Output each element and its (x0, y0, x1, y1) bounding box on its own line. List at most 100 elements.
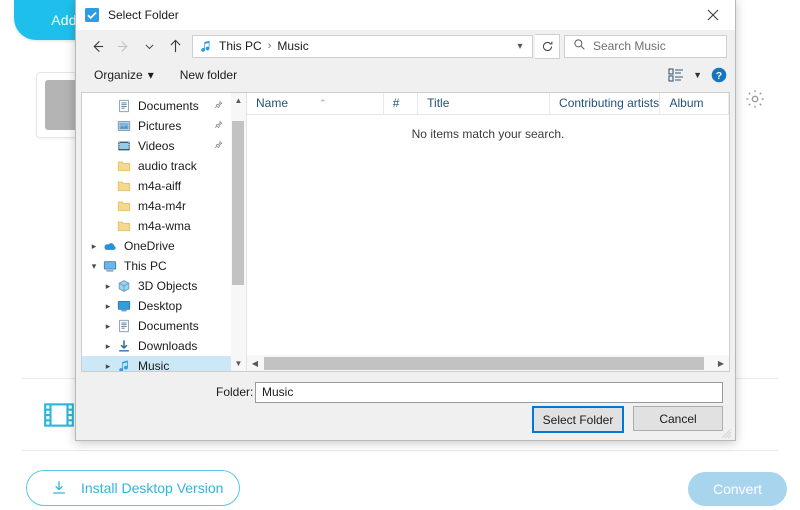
breadcrumb-item-1[interactable]: Music (275, 39, 310, 53)
tree-expander-icon[interactable]: ▸ (100, 278, 116, 294)
column-header-album[interactable]: Album (660, 93, 729, 114)
view-layout-icon[interactable] (668, 67, 684, 83)
select-folder-dialog: Select Folder (75, 0, 736, 441)
tree-expander-icon[interactable]: ▸ (100, 338, 116, 354)
pictures-icon (116, 118, 132, 134)
3dobjects-icon (116, 278, 132, 294)
search-placeholder: Search Music (593, 39, 666, 53)
tree-expander-icon[interactable]: ▸ (100, 358, 116, 371)
chevron-down-icon[interactable]: ▼ (231, 356, 246, 371)
navigation-bar: This PC › Music ▾ Search Music (76, 30, 735, 62)
address-chevron-down-icon[interactable]: ▾ (510, 41, 530, 52)
tree-item-label: This PC (124, 259, 167, 273)
tree-item-documents[interactable]: Documents (82, 96, 231, 116)
music-note-icon (116, 358, 132, 371)
svg-text:?: ? (716, 70, 722, 82)
chevron-up-icon[interactable]: ▲ (231, 93, 246, 108)
checkbox-blue-icon (84, 7, 100, 23)
install-button-label: Install Desktop Version (81, 480, 223, 496)
tree-vertical-scrollbar[interactable]: ▲ ▼ (231, 93, 246, 371)
breadcrumb-item-0[interactable]: This PC (217, 39, 264, 53)
tree-expander-icon[interactable]: ▸ (86, 238, 102, 254)
tree-expander-icon[interactable]: ▸ (100, 318, 116, 334)
tree-item-3d-objects[interactable]: ▸ 3D Objects (82, 276, 231, 296)
tree-expander-icon[interactable]: ▸ (100, 298, 116, 314)
tree-item-documents[interactable]: ▸ Documents (82, 316, 231, 336)
chevron-right-icon[interactable]: ▶ (713, 355, 729, 371)
column-header-label: Name (256, 96, 288, 110)
cancel-label: Cancel (659, 412, 696, 426)
list-horizontal-scrollbar[interactable]: ◀ ▶ (247, 355, 729, 371)
music-note-icon (199, 39, 213, 53)
tree-item-m4a-wma[interactable]: m4a-wma (82, 216, 231, 236)
tree-item-label: Downloads (138, 339, 197, 353)
tree-item-label: m4a-aiff (138, 179, 181, 193)
recent-locations-chevron-down-icon[interactable] (136, 33, 162, 59)
refresh-icon[interactable] (535, 34, 560, 59)
column-header-contributing-artists[interactable]: Contributing artists (550, 93, 660, 114)
tree-item-label: Desktop (138, 299, 182, 313)
documents-icon (116, 318, 132, 334)
arrow-left-icon[interactable] (84, 33, 110, 59)
tree-item-label: Pictures (138, 119, 181, 133)
cancel-button[interactable]: Cancel (633, 406, 723, 431)
folder-icon (116, 198, 132, 214)
chevron-left-icon[interactable]: ◀ (247, 355, 263, 371)
tree-item-onedrive[interactable]: ▸ OneDrive (82, 236, 231, 256)
gear-icon[interactable] (744, 88, 766, 110)
arrow-up-icon[interactable] (162, 33, 188, 59)
thispc-icon (102, 258, 118, 274)
install-desktop-version-button[interactable]: Install Desktop Version (26, 470, 240, 506)
tree-item-label: Documents (138, 319, 199, 333)
help-icon[interactable]: ? (711, 67, 727, 83)
tree-item-label: 3D Objects (138, 279, 197, 293)
dialog-body: Documents Pictures Videos audio track m4a-ai… (81, 92, 730, 372)
address-bar[interactable]: This PC › Music ▾ (192, 35, 533, 58)
scrollbar-thumb[interactable] (264, 357, 704, 370)
tree-item-desktop[interactable]: ▸ Desktop (82, 296, 231, 316)
close-icon[interactable] (690, 0, 735, 30)
chevron-down-icon: ▾ (148, 68, 154, 82)
column-header-title[interactable]: Title (418, 93, 550, 114)
tree-expander-placeholder (100, 218, 116, 234)
tree-item-label: Documents (138, 99, 199, 113)
organize-label: Organize (94, 68, 143, 82)
tree-item-m4a-aiff[interactable]: m4a-aiff (82, 176, 231, 196)
resize-grip[interactable] (722, 428, 732, 438)
organize-button[interactable]: Organize ▾ (88, 65, 160, 85)
tree-item-label: m4a-m4r (138, 199, 186, 213)
layout-chevron-down-icon[interactable]: ▼ (693, 70, 702, 80)
tree-item-this-pc[interactable]: ▾ This PC (82, 256, 231, 276)
tree-expander-placeholder (100, 118, 116, 134)
tree-item-videos[interactable]: Videos (82, 136, 231, 156)
command-bar-right: ▼ ? (668, 62, 727, 88)
tree-item-label: audio track (138, 159, 197, 173)
convert-button[interactable]: Convert (688, 472, 787, 506)
tree-item-audio-track[interactable]: audio track (82, 156, 231, 176)
tree-expander-placeholder (100, 158, 116, 174)
tree-item-label: OneDrive (124, 239, 175, 253)
column-header-name[interactable]: Name⌃ (247, 93, 384, 114)
tree-expander-icon[interactable]: ▾ (86, 258, 102, 274)
folder-icon (116, 218, 132, 234)
pin-icon (214, 140, 223, 152)
tree-item-m4a-m4r[interactable]: m4a-m4r (82, 196, 231, 216)
folder-label: Folder: (216, 385, 253, 399)
downloads-icon (116, 338, 132, 354)
select-folder-button[interactable]: Select Folder (532, 406, 624, 433)
column-header-[interactable]: # (384, 93, 418, 114)
tree-item-music[interactable]: ▸ Music (82, 356, 231, 371)
tree-item-pictures[interactable]: Pictures (82, 116, 231, 136)
folder-name-input[interactable]: Music (255, 382, 723, 403)
new-folder-button[interactable]: New folder (174, 65, 243, 85)
folder-tree-pane: Documents Pictures Videos audio track m4a-ai… (82, 93, 247, 371)
tree-item-downloads[interactable]: ▸ Downloads (82, 336, 231, 356)
search-input[interactable]: Search Music (564, 35, 727, 58)
dialog-title: Select Folder (108, 8, 179, 22)
tree-expander-placeholder (100, 138, 116, 154)
tree-item-label: Music (138, 359, 169, 371)
column-header-label: # (393, 96, 400, 110)
scrollbar-thumb[interactable] (232, 121, 244, 285)
tree-item-label: m4a-wma (138, 219, 191, 233)
arrow-right-icon[interactable] (110, 33, 136, 59)
